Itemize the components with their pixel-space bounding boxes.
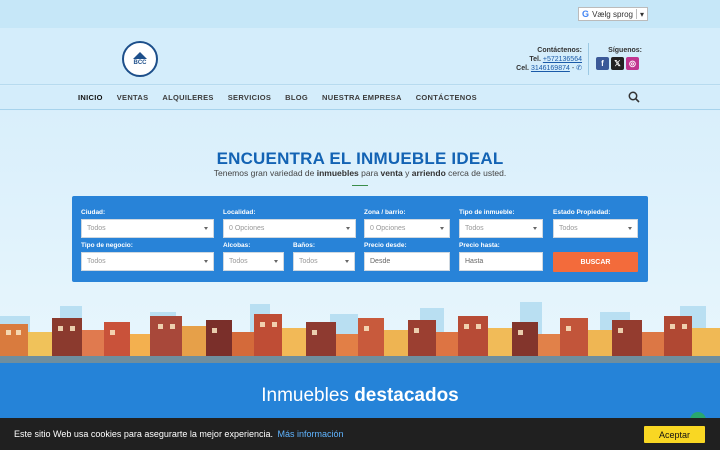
banos-select[interactable]: Todos — [293, 252, 355, 271]
cookie-message: Este sitio Web usa cookies para asegurar… — [14, 429, 273, 439]
caret-down-icon — [345, 260, 349, 263]
tipo-negocio-select[interactable]: Todos — [81, 252, 214, 271]
hero-section: ENCUENTRA EL INMUEBLE IDEAL Tenemos gran… — [0, 111, 720, 363]
caret-down-icon — [440, 227, 444, 230]
more-info-link[interactable]: Más información — [277, 429, 343, 439]
nav-item-contactenos[interactable]: CONTÁCTENOS — [416, 93, 477, 102]
zona-label: Zona / barrio: — [364, 209, 406, 216]
chevron-down-icon: ▾ — [639, 9, 644, 19]
language-selector[interactable]: G Vælg sprog ▾ — [578, 7, 648, 21]
contact-title: Contáctenos: — [537, 47, 582, 54]
precio-hasta-label: Precio hasta: — [459, 242, 500, 249]
localidad-label: Localidad: — [223, 209, 256, 216]
google-icon: G — [582, 9, 590, 19]
main-nav: INICIO VENTAS ALQUILERES SERVICIOS BLOG … — [0, 86, 720, 110]
alcobas-label: Alcobas: — [223, 242, 251, 249]
localidad-select[interactable]: 0 Opciones — [223, 219, 356, 238]
buscar-button[interactable]: BUSCAR — [553, 252, 638, 272]
top-bar: G Vælg sprog ▾ — [0, 0, 720, 28]
phone-link[interactable]: +572136564 — [543, 56, 582, 63]
language-selector-label: Vælg sprog — [592, 9, 633, 19]
ciudad-select[interactable]: Todos — [81, 219, 214, 238]
caret-down-icon — [204, 260, 208, 263]
cellphone-link[interactable]: 3146169874 — [531, 65, 570, 72]
header-divider — [588, 43, 589, 75]
city-skyline-illustration — [0, 302, 720, 363]
contact-info: Contáctenos: Tel. +572136564 Cel. 314616… — [516, 47, 582, 72]
accept-cookies-button[interactable]: Aceptar — [644, 426, 705, 443]
caret-down-icon — [628, 227, 632, 230]
cookie-banner: Este sitio Web usa cookies para asegurar… — [0, 418, 720, 450]
instagram-icon[interactable]: ◎ — [626, 57, 639, 70]
site-header: BCC Contáctenos: Tel. +572136564 Cel. 31… — [0, 28, 720, 85]
caret-down-icon — [274, 260, 278, 263]
tipo-inmueble-select[interactable]: Todos — [459, 219, 543, 238]
estado-label: Estado Propiedad: — [553, 209, 611, 216]
facebook-icon[interactable]: f — [596, 57, 609, 70]
social-links: f 𝕏 ◎ — [596, 57, 639, 70]
search-icon[interactable] — [628, 91, 640, 103]
whatsapp-icon[interactable]: ✆ — [576, 65, 582, 72]
featured-title: Inmuebles destacados — [261, 385, 459, 406]
nav-item-servicios[interactable]: SERVICIOS — [228, 93, 271, 102]
tipo-inmueble-label: Tipo de inmueble: — [459, 209, 515, 216]
caret-down-icon — [204, 227, 208, 230]
hero-underline — [352, 185, 368, 186]
site-logo[interactable]: BCC — [122, 41, 158, 77]
hero-subtitle: Tenemos gran variedad de inmuebles para … — [213, 168, 507, 178]
nav-item-blog[interactable]: BLOG — [285, 93, 308, 102]
nav-item-nuestra-empresa[interactable]: NUESTRA EMPRESA — [322, 93, 402, 102]
tipo-negocio-label: Tipo de negocio: — [81, 242, 133, 249]
nav-item-ventas[interactable]: VENTAS — [117, 93, 149, 102]
house-icon — [133, 52, 147, 59]
estado-select[interactable]: Todos — [553, 219, 638, 238]
follow-label: Síguenos: — [608, 47, 642, 54]
alcobas-select[interactable]: Todos — [223, 252, 284, 271]
hero-title: ENCUENTRA EL INMUEBLE IDEAL — [216, 149, 504, 168]
precio-hasta-input[interactable]: Hasta — [459, 252, 543, 271]
x-twitter-icon[interactable]: 𝕏 — [611, 57, 624, 70]
caret-down-icon — [346, 227, 350, 230]
caret-down-icon — [533, 227, 537, 230]
nav-item-alquileres[interactable]: ALQUILERES — [162, 93, 213, 102]
banos-label: Baños: — [293, 242, 316, 249]
precio-desde-label: Precio desde: — [364, 242, 407, 249]
precio-desde-input[interactable]: Desde — [364, 252, 450, 271]
search-form: Ciudad: Todos Localidad: 0 Opciones Zona… — [72, 196, 648, 282]
ciudad-label: Ciudad: — [81, 209, 106, 216]
nav-item-inicio[interactable]: INICIO — [78, 93, 103, 102]
zona-select[interactable]: 0 Opciones — [364, 219, 450, 238]
